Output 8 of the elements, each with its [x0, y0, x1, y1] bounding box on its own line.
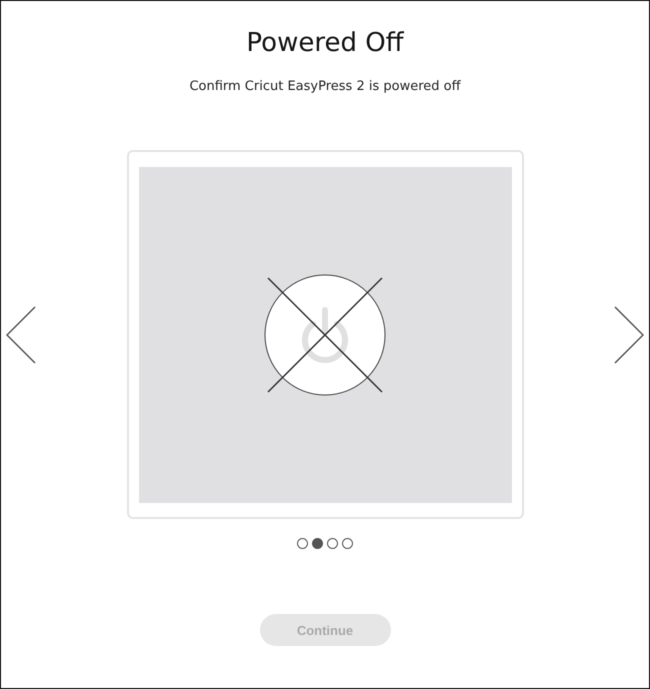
previous-button[interactable] — [6, 306, 36, 364]
page-title: Powered Off — [246, 27, 404, 60]
page-dot[interactable] — [342, 538, 353, 549]
page-dot[interactable] — [327, 538, 338, 549]
page-dot[interactable] — [312, 538, 323, 549]
instruction-text: Confirm Cricut EasyPress 2 is powered off — [189, 78, 461, 96]
next-button[interactable] — [614, 306, 644, 364]
page-dot[interactable] — [297, 538, 308, 549]
